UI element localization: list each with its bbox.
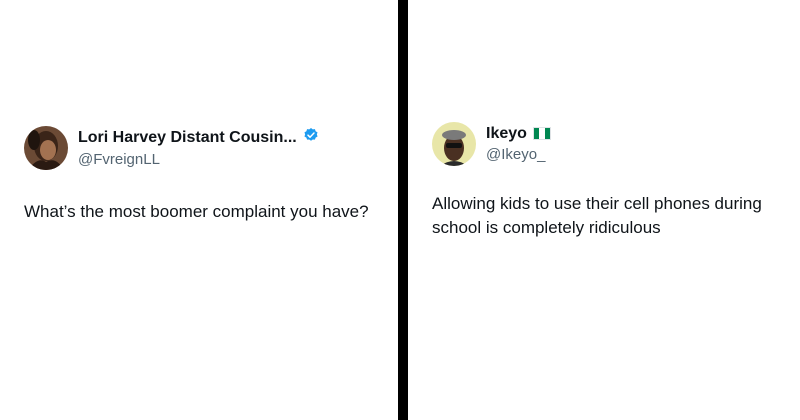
display-name[interactable]: Lori Harvey Distant Cousin...: [78, 128, 297, 148]
tweet-text: Allowing kids to use their cell phones d…: [432, 194, 762, 237]
avatar[interactable]: [432, 122, 476, 166]
tweet-card-left: Lori Harvey Distant Cousin... @FvreignLL…: [0, 0, 398, 420]
nigeria-flag-icon: [532, 127, 551, 141]
divider: [398, 0, 408, 420]
tweet-header: Ikeyo @Ikeyo_: [432, 122, 551, 166]
tweet-card-right: Ikeyo @Ikeyo_ Allowing kids to use their…: [408, 0, 800, 420]
user-handle[interactable]: @Ikeyo_: [486, 146, 551, 165]
user-handle[interactable]: @FvreignLL: [78, 151, 319, 170]
display-name[interactable]: Ikeyo: [486, 124, 527, 144]
verified-badge-icon: [303, 127, 319, 149]
avatar[interactable]: [24, 126, 68, 170]
tweet-header: Lori Harvey Distant Cousin... @FvreignLL: [24, 126, 319, 170]
tweet-text: What’s the most boomer complaint you hav…: [24, 202, 369, 221]
